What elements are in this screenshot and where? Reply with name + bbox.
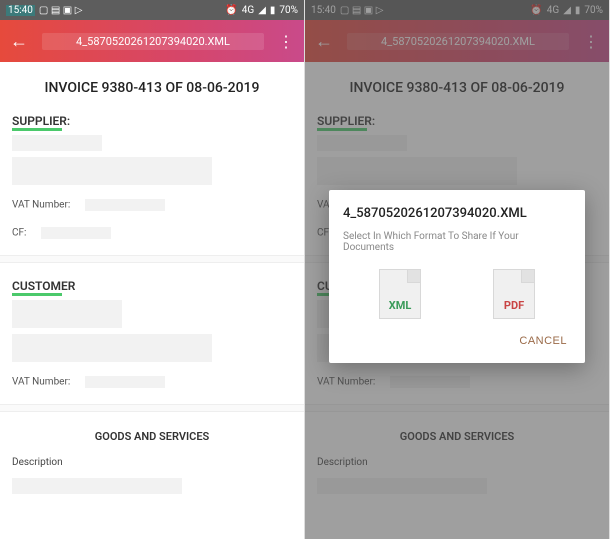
supplier-label: SUPPLIER: <box>0 106 82 128</box>
dialog-title: 4_587052026120739­4020.XML <box>343 206 571 221</box>
signal-icon: ◢ <box>258 5 266 16</box>
redacted-supplier-addr <box>12 157 212 185</box>
redacted-cf <box>41 227 111 239</box>
battery-icon: ▮ <box>270 5 276 16</box>
cf-label: CF: <box>12 228 26 239</box>
share-dialog: 4_587052026120739­4020.XML Select In Whi… <box>329 190 585 363</box>
cf-line: CF: <box>0 219 304 247</box>
cancel-button[interactable]: CANCEL <box>515 329 571 353</box>
redacted-customer-vat <box>85 376 165 388</box>
screen-left: 15:40 ▢ ▤ ▣ ▷ ⏰ 4G ◢ ▮ 70% ← 4_587052026… <box>0 0 305 539</box>
vat-label-2: VAT Number: <box>12 377 70 388</box>
vat-label: VAT Number: <box>12 200 70 211</box>
more-icon[interactable]: ⋮ <box>278 32 294 51</box>
content-left: INVOICE 9380-413 OF 08-06-2019 SUPPLIER:… <box>0 62 304 539</box>
goods-label: GOODS AND SERVICES <box>0 420 304 453</box>
app-title: 4_587052026120739­4020.XML <box>42 33 264 50</box>
battery-pct: 70% <box>279 5 298 16</box>
pdf-icon: PDF <box>500 298 528 313</box>
redacted-supplier-name <box>12 135 102 151</box>
vat-line: VAT Number: <box>0 191 304 219</box>
alarm-icon: ⏰ <box>225 5 237 16</box>
status-bar: 15:40 ▢ ▤ ▣ ▷ ⏰ 4G ◢ ▮ 70% <box>0 0 304 20</box>
network-icon: 4G <box>242 5 254 16</box>
vat-line-2: VAT Number: <box>0 368 304 396</box>
back-icon[interactable]: ← <box>10 31 28 52</box>
redacted-desc <box>12 478 182 494</box>
desc-label: Description <box>0 453 304 472</box>
status-time: 15:40 <box>6 5 35 16</box>
pdf-option[interactable]: PDF <box>489 267 539 319</box>
customer-label: CUSTOMER <box>0 271 87 293</box>
screen-right: 15:40 ▢ ▤ ▣ ▷ ⏰ 4G ◢ ▮ 70% ← 4_587052026… <box>305 0 610 539</box>
divider <box>0 255 304 263</box>
redacted-vat <box>85 199 165 211</box>
invoice-title: INVOICE 9380-413 OF 08-06-2019 <box>0 62 304 106</box>
dialog-options: XML PDF <box>343 267 571 319</box>
xml-option[interactable]: XML <box>375 267 425 319</box>
dialog-subtitle: Select In Which Format To Share If Your … <box>343 231 571 253</box>
xml-icon: XML <box>385 298 416 313</box>
redacted-customer-addr <box>12 334 212 362</box>
redacted-customer-name <box>12 300 122 328</box>
status-icons-left: ▢ ▤ ▣ ▷ <box>39 5 82 16</box>
app-bar: ← 4_587052026120739­4020.XML ⋮ <box>0 20 304 62</box>
divider-2 <box>0 404 304 412</box>
